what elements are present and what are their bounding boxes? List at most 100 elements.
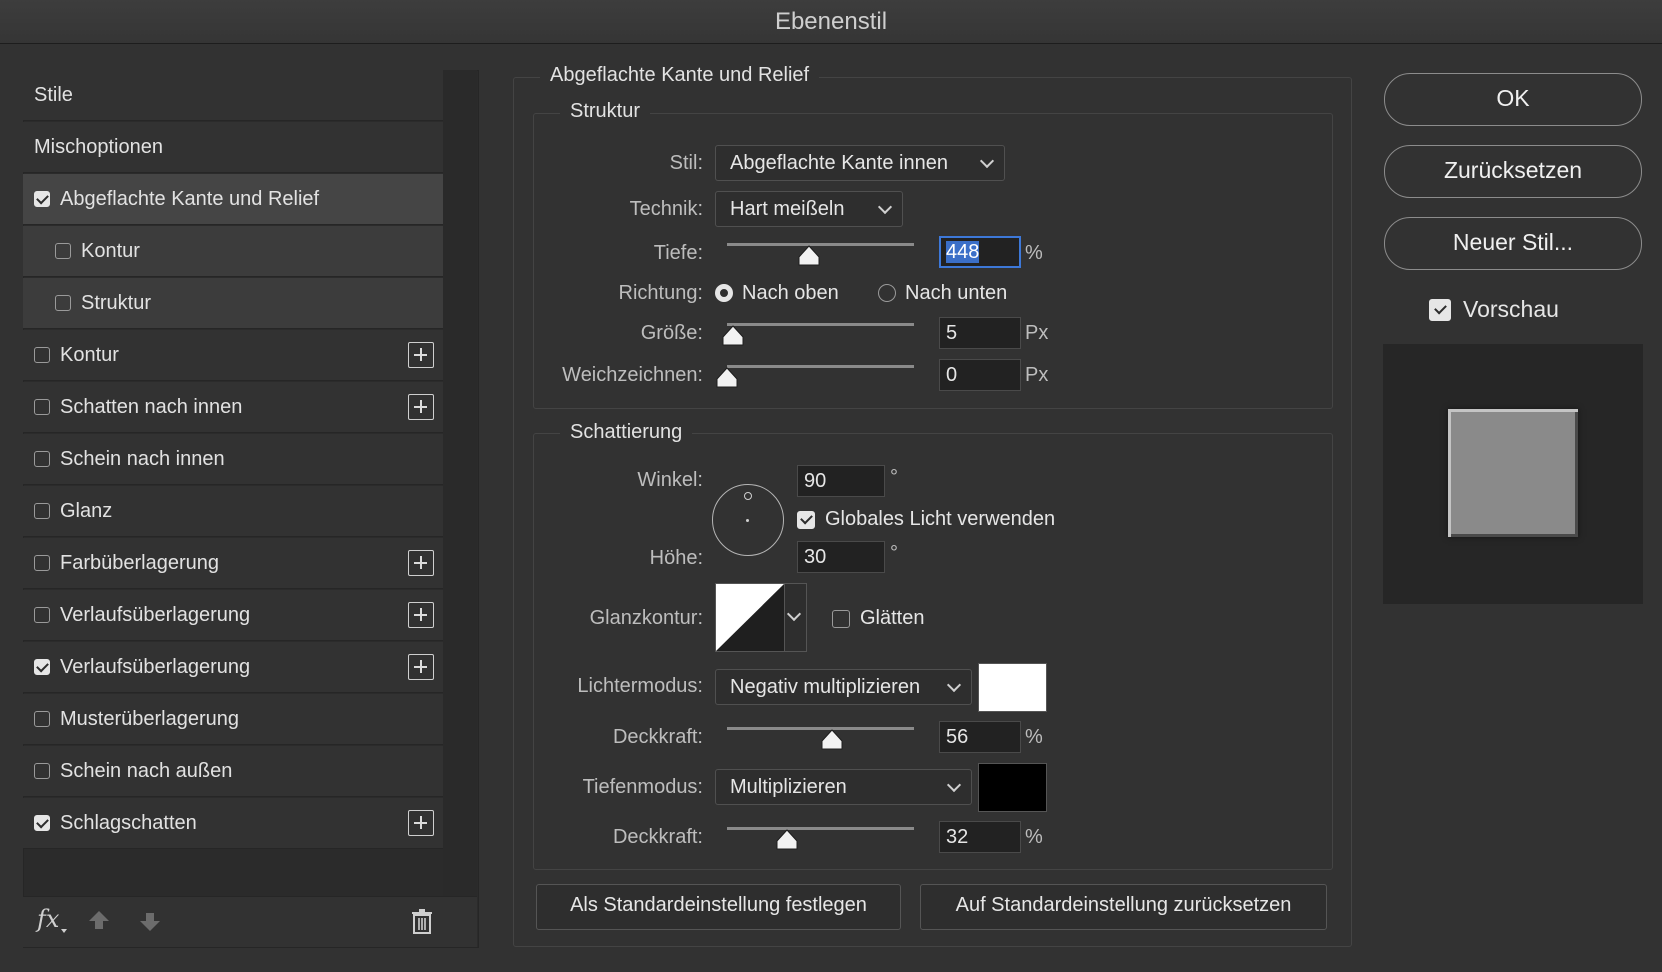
arrow-down-icon[interactable] <box>138 909 162 933</box>
style-item-checkbox[interactable] <box>55 243 71 259</box>
highlight-color-swatch[interactable] <box>978 663 1047 712</box>
gloss-contour-picker[interactable] <box>715 583 807 652</box>
style-item-checkbox[interactable] <box>34 191 50 207</box>
style-item[interactable]: Schein nach innen <box>23 434 443 485</box>
tiefenmodus-select[interactable]: Multiplizieren <box>715 769 972 805</box>
style-item-checkbox[interactable] <box>34 763 50 779</box>
weichzeichnen-input[interactable]: 0 <box>939 359 1021 391</box>
style-item-label: Schlagschatten <box>60 811 197 834</box>
style-item[interactable]: Kontur <box>23 330 443 381</box>
style-item[interactable]: Stile <box>23 70 443 121</box>
style-item[interactable]: Schein nach außen <box>23 746 443 797</box>
richtung-down-radio[interactable] <box>878 284 896 302</box>
winkel-input[interactable]: 90 <box>797 465 885 497</box>
style-item-checkbox[interactable] <box>34 451 50 467</box>
add-effect-icon[interactable] <box>408 550 434 576</box>
trash-icon[interactable] <box>410 909 434 935</box>
glaetten-checkbox[interactable] <box>832 609 850 628</box>
bevel-emboss-title: Abgeflachte Kante und Relief <box>540 64 820 87</box>
style-item[interactable]: Mischoptionen <box>23 122 443 173</box>
add-effect-icon[interactable] <box>408 654 434 680</box>
schattierung-legend: Schattierung <box>560 421 693 444</box>
angle-dial[interactable] <box>712 484 784 556</box>
weichzeichnen-slider[interactable] <box>716 365 914 391</box>
style-item-label: Schein nach außen <box>60 759 233 782</box>
style-item-checkbox[interactable] <box>34 503 50 519</box>
style-item-checkbox[interactable] <box>34 815 50 831</box>
style-item-checkbox[interactable] <box>34 555 50 571</box>
groesse-input[interactable]: 5 <box>939 317 1021 349</box>
lichtermodus-select[interactable]: Negativ multiplizieren <box>715 669 972 705</box>
weichzeichnen-value: 0 <box>946 364 958 386</box>
style-item-label: Kontur <box>81 239 140 262</box>
add-effect-icon[interactable] <box>408 394 434 420</box>
hoehe-value: 30 <box>804 546 827 568</box>
richtung-up-label[interactable]: Nach oben <box>742 282 839 305</box>
style-item[interactable]: Glanz <box>23 486 443 537</box>
chevron-down-icon <box>877 199 893 215</box>
deckkraft-highlight-input[interactable]: 56 <box>939 721 1021 753</box>
richtung-down-label[interactable]: Nach unten <box>905 282 1007 305</box>
style-item[interactable]: Musterüberlagerung <box>23 694 443 745</box>
style-item-label: Struktur <box>81 291 152 314</box>
style-item-label: Musterüberlagerung <box>60 707 239 730</box>
glaetten-checkbox-row[interactable]: Glätten <box>832 607 924 630</box>
tiefe-slider[interactable] <box>727 243 914 269</box>
hoehe-input[interactable]: 30 <box>797 541 885 573</box>
deckkraft-highlight-value: 56 <box>946 726 969 748</box>
slider-thumb[interactable] <box>797 245 821 267</box>
add-effect-icon[interactable] <box>408 342 434 368</box>
slider-thumb[interactable] <box>820 729 844 751</box>
style-item[interactable]: Schatten nach innen <box>23 382 443 433</box>
make-default-button[interactable]: Als Standardeinstellung festlegen <box>536 884 901 930</box>
style-item[interactable]: Farbüberlagerung <box>23 538 443 589</box>
fx-icon[interactable]: fx <box>37 905 71 939</box>
style-item-checkbox[interactable] <box>34 607 50 623</box>
winkel-value: 90 <box>804 470 827 492</box>
preview-checkbox-row[interactable]: Vorschau <box>1429 296 1559 323</box>
style-item-checkbox[interactable] <box>34 347 50 363</box>
style-item-label: Mischoptionen <box>34 135 163 158</box>
styles-scrollbar[interactable] <box>443 70 477 896</box>
deckkraft-highlight-slider[interactable] <box>727 727 914 753</box>
slider-thumb[interactable] <box>775 829 799 851</box>
new-style-button[interactable]: Neuer Stil... <box>1384 217 1642 270</box>
slider-thumb[interactable] <box>715 367 739 389</box>
technik-select[interactable]: Hart meißeln <box>715 191 903 227</box>
groesse-slider[interactable] <box>722 323 914 349</box>
style-item-label: Farbüberlagerung <box>60 551 219 574</box>
style-item[interactable]: Abgeflachte Kante und Relief <box>23 174 443 225</box>
style-item[interactable]: Struktur <box>23 278 443 329</box>
richtung-up-radio[interactable] <box>715 284 733 302</box>
deckkraft-shadow-unit: % <box>1025 826 1043 848</box>
style-item[interactable]: Schlagschatten <box>23 798 443 849</box>
arrow-up-icon[interactable] <box>87 909 111 933</box>
reset-button[interactable]: Zurücksetzen <box>1384 145 1642 198</box>
style-item-checkbox[interactable] <box>34 711 50 727</box>
style-item[interactable]: Verlaufsüberlagerung <box>23 590 443 641</box>
ok-button[interactable]: OK <box>1384 73 1642 126</box>
deckkraft-shadow-slider[interactable] <box>727 827 914 853</box>
tiefenmodus-label: Tiefenmodus: <box>582 776 703 798</box>
glanzkontur-label: Glanzkontur: <box>589 607 703 629</box>
style-item-checkbox[interactable] <box>34 399 50 415</box>
style-item[interactable]: Verlaufsüberlagerung <box>23 642 443 693</box>
deckkraft-shadow-input[interactable]: 32 <box>939 821 1021 853</box>
add-effect-icon[interactable] <box>408 602 434 628</box>
reset-default-button[interactable]: Auf Standardeinstellung zurücksetzen <box>920 884 1327 930</box>
style-item-checkbox[interactable] <box>34 659 50 675</box>
stil-select[interactable]: Abgeflachte Kante innen <box>715 145 1005 181</box>
preview-checkbox[interactable] <box>1429 298 1451 321</box>
style-item-label: Stile <box>34 83 73 106</box>
slider-thumb[interactable] <box>721 325 745 347</box>
add-effect-icon[interactable] <box>408 810 434 836</box>
style-item-checkbox[interactable] <box>55 295 71 311</box>
tiefe-input[interactable]: 448 <box>939 236 1021 268</box>
style-item-label: Verlaufsüberlagerung <box>60 655 251 678</box>
global-light-checkbox[interactable] <box>797 510 815 529</box>
shadow-color-swatch[interactable] <box>978 763 1047 812</box>
chevron-down-icon <box>786 606 802 622</box>
deckkraft-highlight-unit: % <box>1025 726 1043 748</box>
global-light-checkbox-row[interactable]: Globales Licht verwenden <box>797 508 1055 531</box>
style-item[interactable]: Kontur <box>23 226 443 277</box>
